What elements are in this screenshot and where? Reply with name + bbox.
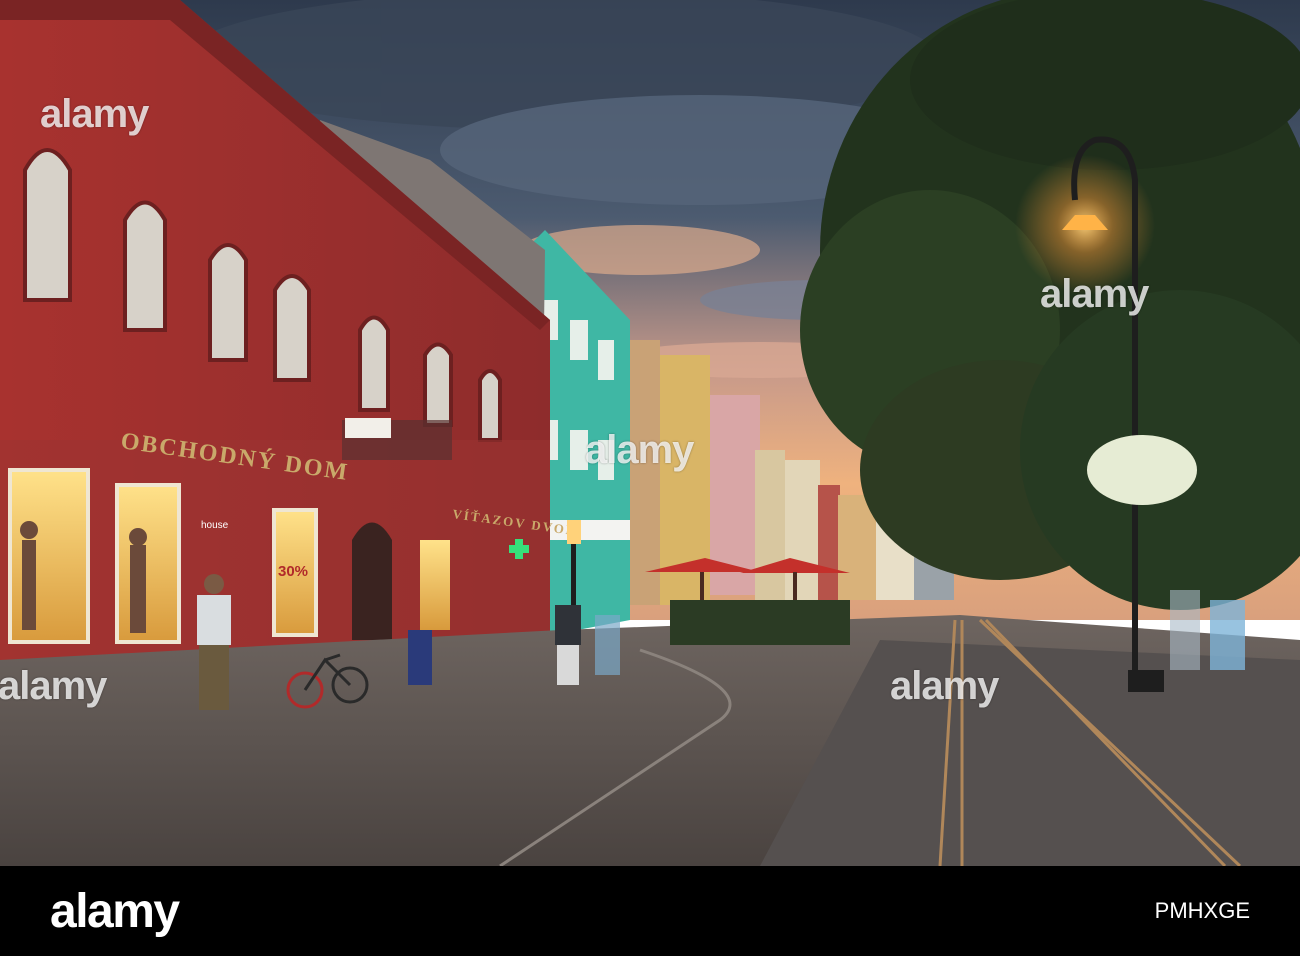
watermark: alamy bbox=[585, 428, 694, 472]
alamy-logo: alamy bbox=[50, 885, 180, 938]
shop-sign-text: house bbox=[201, 520, 229, 531]
post-box bbox=[408, 630, 432, 685]
image-code: PMHXGE bbox=[1154, 898, 1250, 923]
watermark: alamy bbox=[0, 664, 107, 708]
watermark: alamy bbox=[890, 664, 999, 708]
cafe-umbrellas bbox=[645, 558, 850, 645]
footer-bar: alamy PMHXGE bbox=[0, 866, 1300, 956]
watermark: alamy bbox=[1040, 272, 1149, 316]
watermark: alamy bbox=[40, 92, 149, 136]
promo-text: 30% bbox=[278, 563, 308, 580]
